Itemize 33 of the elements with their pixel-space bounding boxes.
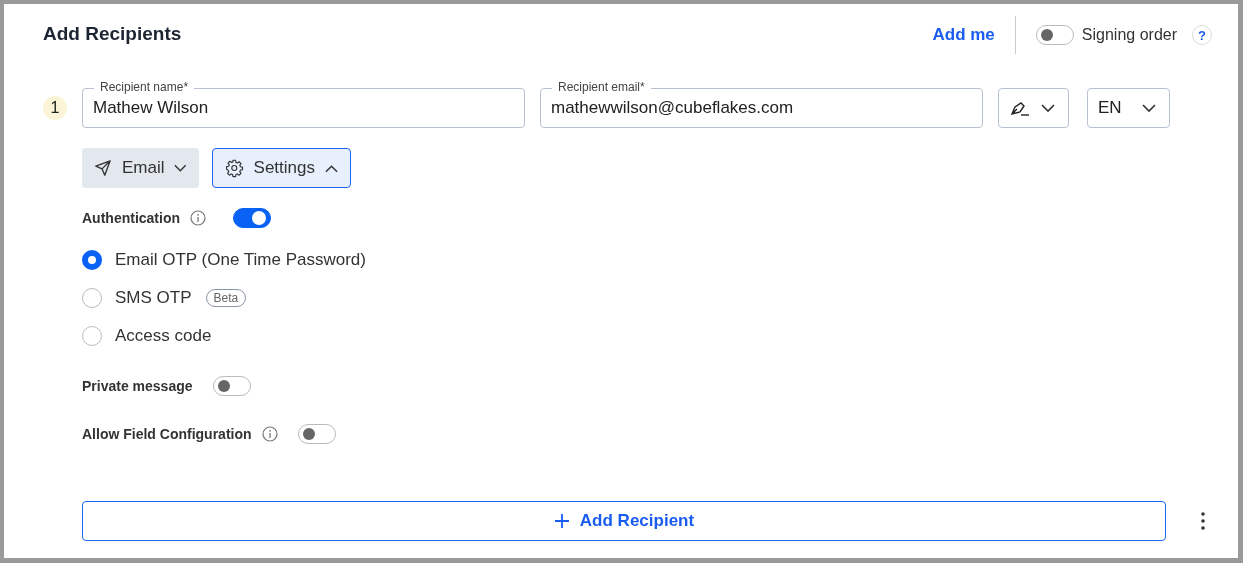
signing-order-label: Signing order — [1081, 26, 1177, 44]
recipient-number: 1 — [43, 96, 67, 120]
section-title: Add Recipients — [43, 23, 183, 45]
toggle-switch[interactable] — [1035, 25, 1074, 45]
option-label: SMS OTP — [115, 288, 192, 308]
info-icon[interactable] — [261, 426, 278, 442]
caret-down-icon — [174, 163, 187, 173]
setting-label: Allow Field Configuration — [82, 426, 252, 442]
field-label: Recipient email* — [552, 79, 651, 95]
language-dropdown[interactable]: EN — [1087, 88, 1170, 128]
toggle-switch[interactable] — [212, 376, 251, 396]
signature-type-dropdown[interactable] — [998, 88, 1069, 128]
info-icon[interactable] — [190, 210, 206, 226]
plus-icon — [553, 513, 570, 529]
caret-up-icon — [325, 163, 338, 173]
delivery-dropdown[interactable]: Email — [82, 148, 199, 188]
field-label: Recipient name* — [94, 79, 195, 95]
pen-icon — [1009, 99, 1031, 117]
option-label: Access code — [115, 326, 212, 346]
caret-down-icon — [1142, 103, 1156, 113]
toggle-switch[interactable] — [297, 424, 336, 444]
option-label: Email OTP (One Time Password) — [115, 250, 366, 270]
setting-label: Authentication — [82, 210, 180, 226]
settings-button[interactable]: Settings — [212, 148, 351, 188]
add-recipient-button[interactable]: Add Recipient — [82, 501, 1166, 541]
more-options-icon[interactable] — [1200, 511, 1206, 531]
send-icon — [94, 158, 112, 178]
toggle-switch[interactable] — [233, 208, 271, 228]
setting-label: Private message — [82, 378, 193, 394]
settings-icon — [225, 158, 244, 178]
add-me-link[interactable]: Add me — [932, 15, 995, 55]
caret-down-icon — [1041, 103, 1055, 113]
radio-button[interactable] — [82, 250, 102, 270]
